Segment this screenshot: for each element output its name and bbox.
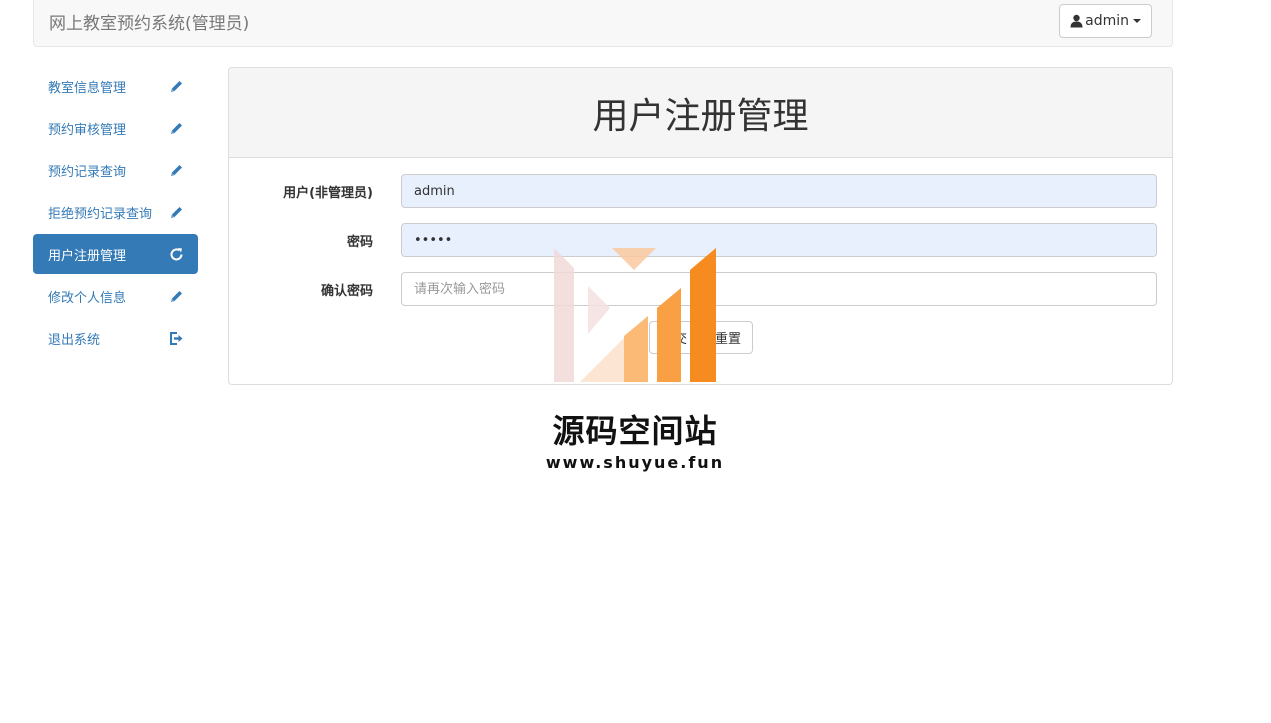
refresh-icon: [168, 246, 184, 262]
user-name: admin: [1085, 13, 1129, 29]
panel-heading: 用户注册管理: [229, 68, 1172, 158]
sidebar-item-classroom-info[interactable]: 教室信息管理: [33, 66, 198, 106]
pencil-icon: [168, 162, 184, 178]
sidebar-item-rejected-records[interactable]: 拒绝预约记录查询: [33, 192, 198, 232]
page-title: 用户注册管理: [592, 95, 809, 137]
sidebar-item-user-registration[interactable]: 用户注册管理: [33, 234, 198, 274]
sidebar-item-label: 修改个人信息: [48, 290, 127, 306]
password-row: 密码: [229, 223, 1174, 257]
sidebar-item-label: 教室信息管理: [48, 80, 127, 96]
sidebar-item-edit-profile[interactable]: 修改个人信息: [33, 276, 198, 316]
password-input[interactable]: [401, 223, 1157, 257]
pencil-icon: [168, 288, 184, 304]
user-icon: [1070, 14, 1083, 28]
confirm-password-label: 确认密码: [320, 284, 373, 299]
brand-title[interactable]: 网上教室预约系统(管理员): [49, 9, 249, 34]
sidebar: 教室信息管理 预约审核管理 预约记录查询 拒绝预约记录查询 用户注册管理 修改个…: [33, 66, 198, 360]
sidebar-item-label: 退出系统: [48, 332, 101, 348]
user-menu-button[interactable]: admin: [1059, 4, 1152, 38]
sidebar-item-label: 预约审核管理: [48, 122, 127, 138]
sidebar-item-reservation-records[interactable]: 预约记录查询: [33, 150, 198, 190]
username-row: 用户(非管理员): [229, 174, 1174, 208]
registration-panel: 用户注册管理 用户(非管理员) 密码 确认密码 提交 重置: [228, 67, 1173, 385]
password-label: 密码: [346, 235, 373, 250]
pencil-icon: [168, 78, 184, 94]
watermark-url: www.shuyue.fun: [545, 453, 725, 472]
logout-icon: [168, 330, 184, 346]
username-label: 用户(非管理员): [283, 186, 373, 201]
confirm-password-input[interactable]: [401, 272, 1157, 306]
pencil-icon: [168, 204, 184, 220]
pencil-icon: [168, 120, 184, 136]
form-buttons: 提交 重置: [649, 321, 754, 354]
submit-button[interactable]: 提交: [649, 321, 700, 354]
username-input[interactable]: [401, 174, 1157, 208]
sidebar-item-reservation-review[interactable]: 预约审核管理: [33, 108, 198, 148]
sidebar-item-label: 拒绝预约记录查询: [48, 206, 153, 222]
sidebar-item-label: 用户注册管理: [48, 248, 127, 264]
sidebar-item-logout[interactable]: 退出系统: [33, 318, 198, 358]
confirm-password-row: 确认密码: [229, 272, 1174, 306]
top-navbar: 网上教室预约系统(管理员) admin: [33, 0, 1173, 47]
sidebar-item-label: 预约记录查询: [48, 164, 127, 180]
watermark-title: 源码空间站: [552, 412, 718, 450]
reset-button[interactable]: 重置: [703, 321, 754, 354]
caret-down-icon: [1133, 19, 1141, 23]
